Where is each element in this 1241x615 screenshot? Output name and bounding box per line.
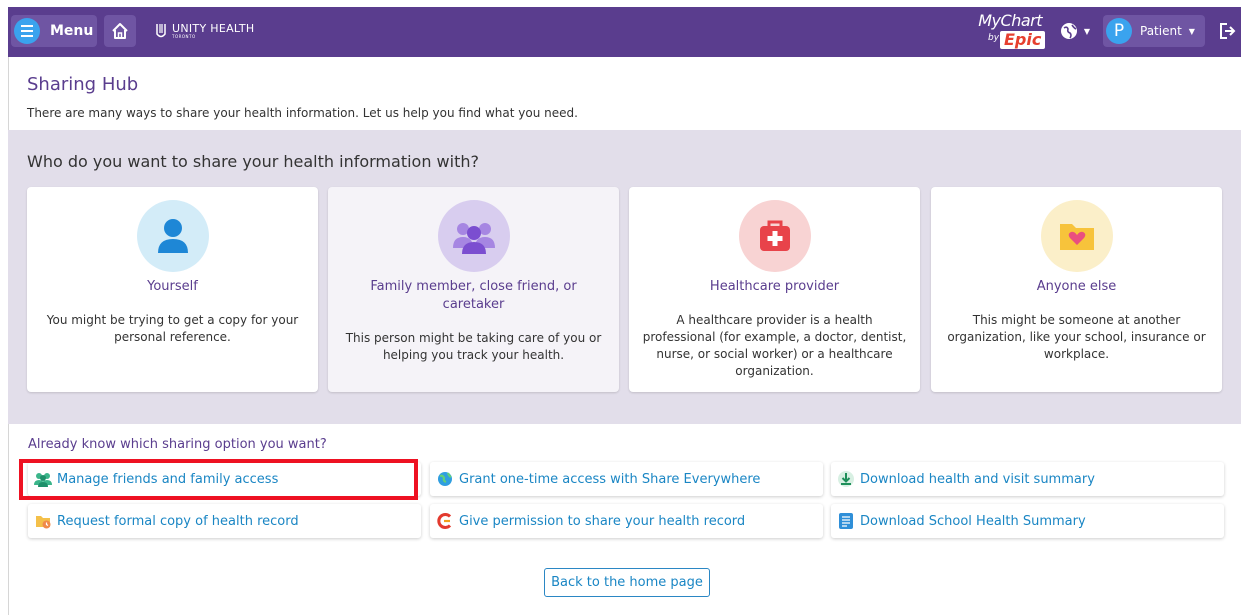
home-icon [112,23,128,39]
epic-text: Epic [1000,31,1046,49]
chevron-down-icon: ▼ [1188,26,1195,36]
unity-health-logo-mark-icon [156,24,166,38]
logout-icon [1220,23,1236,39]
globe-icon [1060,23,1077,39]
option-label: Grant one-time access with Share Everywh… [459,471,761,487]
group-icon [438,200,510,272]
menu-label: Menu [50,23,94,39]
mychart-text: MyChart [978,11,1042,30]
card-title: Anyone else [1036,279,1117,294]
download-visit-summary-button[interactable]: Download health and visit summary [831,462,1224,496]
card-yourself[interactable]: Yourself You might be trying to get a co… [27,187,318,392]
avatar: P [1106,18,1132,44]
card-family[interactable]: Family member, close friend, or caretake… [328,187,619,392]
download-icon [837,470,855,488]
medical-bag-icon [739,200,811,272]
mychart-logo: MyChart by Epic [978,9,1046,53]
menu-button[interactable]: Menu [11,15,97,47]
hub-header: Sharing Hub There are many ways to share… [8,57,1241,130]
record-request-icon [34,512,52,530]
share-with-question: Who do you want to share your health inf… [27,152,479,171]
give-permission-share-button[interactable]: Give permission to share your health rec… [430,504,823,538]
card-title: Family member, close friend, or caretake… [370,279,577,312]
page-subtitle: There are many ways to share your health… [27,106,578,120]
option-label: Request formal copy of health record [57,513,299,529]
card-anyone-else[interactable]: Anyone else This might be someone at ano… [931,187,1222,392]
person-icon [137,200,209,272]
card-title: Yourself [147,279,198,294]
patient-label: Patient [1140,24,1182,38]
unity-health-logo[interactable]: UNITY HEALTH TORONTO [154,23,254,39]
option-label: Download health and visit summary [860,471,1095,487]
card-description: You might be trying to get a copy for yo… [46,313,299,344]
card-description: A healthcare provider is a health profes… [642,313,907,378]
card-title: Healthcare provider [709,279,840,294]
page-title: Sharing Hub [27,74,139,95]
card-healthcare-provider[interactable]: Healthcare provider A healthcare provide… [629,187,920,392]
share-everywhere-button[interactable]: Grant one-time access with Share Everywh… [430,462,823,496]
globe-icon [436,470,454,488]
folder-heart-icon [1041,200,1113,272]
card-description: This person might be taking care of you … [345,331,602,362]
back-to-home-button[interactable]: Back to the home page [544,568,710,597]
chevron-down-icon: ▼ [1083,26,1091,36]
top-nav-bar: Menu UNITY HEALTH TORONTO MyChart by Epi… [8,7,1241,57]
home-button[interactable] [104,15,136,47]
patient-menu-button[interactable]: P Patient ▼ [1103,15,1205,47]
hamburger-icon [14,18,40,44]
option-label: Give permission to share your health rec… [459,513,746,529]
share-with-section: Who do you want to share your health inf… [8,130,1241,424]
logout-button[interactable] [1213,15,1241,47]
request-health-record-button[interactable]: Request formal copy of health record [28,504,421,538]
sharing-options-section: Already know which sharing option you wa… [8,424,1241,615]
option-label: Download School Health Summary [860,513,1086,529]
care-everywhere-icon [436,512,454,530]
mychart-by-text: by [988,33,1000,43]
card-description: This might be someone at another organiz… [947,313,1206,361]
download-school-summary-button[interactable]: Download School Health Summary [831,504,1224,538]
sharing-hub-page: Menu UNITY HEALTH TORONTO MyChart by Epi… [0,0,1241,615]
document-icon [837,512,855,530]
sharing-options-question: Already know which sharing option you wa… [28,437,327,452]
logo-text: UNITY HEALTH [172,22,255,35]
language-button[interactable]: ▼ [1052,16,1098,46]
highlight-box [19,459,418,500]
